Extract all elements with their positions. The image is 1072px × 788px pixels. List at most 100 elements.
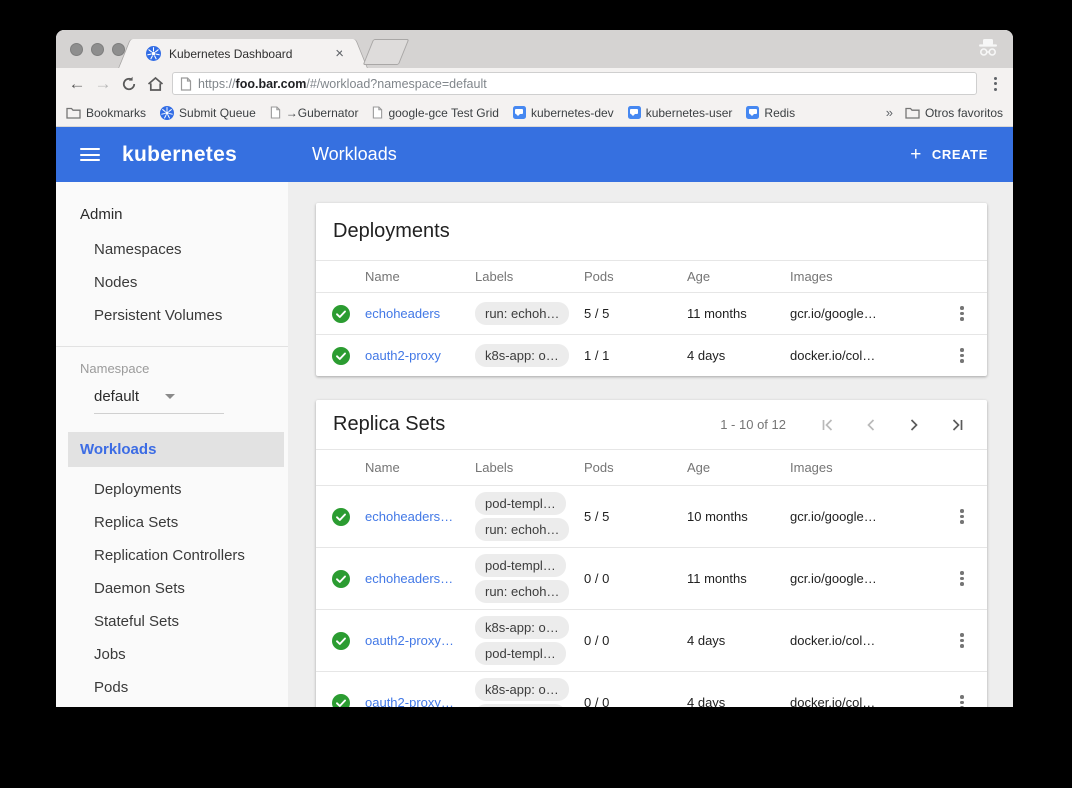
page-icon — [270, 106, 281, 119]
browser-window: Kubernetes Dashboard × ← → — [56, 30, 1013, 707]
main-panel: Deployments Name Labels Pods Age Images … — [288, 182, 1013, 707]
bookmark-label: Redis — [764, 106, 795, 120]
bookmark-gubernator[interactable]: →Gubernator — [270, 106, 359, 120]
row-menu-icon[interactable] — [953, 691, 971, 708]
row-menu-icon[interactable] — [953, 505, 971, 529]
resource-link[interactable]: oauth2-proxy — [365, 348, 475, 363]
chevron-down-icon — [165, 394, 175, 399]
bookmark-label: kubernetes-user — [646, 106, 733, 120]
resource-link[interactable]: oauth2-proxy… — [365, 695, 475, 707]
label-chip: run: echoh… — [475, 580, 569, 603]
bookmarks-right-group: » Otros favoritos — [886, 105, 1003, 120]
bookmark-otros-favoritos[interactable]: Otros favoritos — [905, 106, 1003, 120]
status-ok-icon — [316, 570, 365, 588]
status-ok-icon — [316, 632, 365, 650]
label-chip: k8s-app: o… — [475, 616, 569, 639]
bookmark-label: →Gubernator — [286, 106, 359, 120]
tab-close-icon[interactable]: × — [333, 46, 346, 61]
browser-titlebar: Kubernetes Dashboard × — [56, 30, 1013, 69]
sidebar-divider — [56, 346, 288, 347]
sidebar-item-pods[interactable]: Pods — [56, 671, 288, 704]
status-ok-icon — [316, 305, 365, 323]
browser-menu-icon[interactable] — [985, 74, 1005, 94]
next-page-icon[interactable] — [905, 416, 923, 434]
bookmark-kubernetes-dev[interactable]: kubernetes-dev — [513, 106, 614, 120]
resource-link[interactable]: echoheaders — [365, 306, 475, 321]
bookmarks-overflow-icon[interactable]: » — [886, 105, 893, 120]
create-button-label: CREATE — [932, 147, 988, 162]
menu-icon[interactable] — [80, 148, 100, 161]
sidebar-item-stateful-sets[interactable]: Stateful Sets — [56, 605, 288, 638]
forward-icon[interactable]: → — [90, 71, 116, 97]
age-cell: 11 months — [687, 306, 790, 321]
sidebar-item-replica-sets[interactable]: Replica Sets — [56, 506, 288, 539]
home-icon[interactable] — [142, 71, 168, 97]
row-menu-icon[interactable] — [953, 302, 971, 326]
sidebar-item-replication-controllers[interactable]: Replication Controllers — [56, 539, 288, 572]
resource-link[interactable]: echoheaders… — [365, 571, 475, 586]
new-tab-button[interactable] — [363, 39, 410, 65]
resource-link[interactable]: oauth2-proxy… — [365, 633, 475, 648]
column-images: Images — [790, 269, 947, 284]
pagination-range: 1 - 10 of 12 — [720, 417, 786, 432]
back-icon[interactable]: ← — [64, 71, 90, 97]
replica-sets-card-header: Replica Sets 1 - 10 of 12 — [316, 400, 987, 450]
row-menu-icon[interactable] — [953, 629, 971, 653]
sidebar-item-daemon-sets[interactable]: Daemon Sets — [56, 572, 288, 605]
images-cell: docker.io/col… — [790, 633, 947, 648]
status-ok-icon — [316, 347, 365, 365]
column-age: Age — [687, 269, 790, 284]
chat-icon — [746, 106, 759, 119]
sidebar-item-deployments[interactable]: Deployments — [56, 473, 288, 506]
sidebar-item-nodes[interactable]: Nodes — [56, 266, 288, 299]
sidebar-item-persistent-volumes[interactable]: Persistent Volumes — [56, 299, 288, 332]
namespace-select[interactable]: default — [94, 388, 224, 414]
previous-page-icon[interactable] — [862, 416, 880, 434]
sidebar-item-namespaces[interactable]: Namespaces — [56, 233, 288, 266]
window-close-button[interactable] — [70, 43, 83, 56]
pods-cell: 5 / 5 — [584, 509, 687, 524]
label-chip: pod-templ… — [475, 642, 566, 665]
deployments-card: Deployments Name Labels Pods Age Images … — [316, 203, 987, 376]
replica-sets-card: Replica Sets 1 - 10 of 12 — [316, 400, 987, 707]
sidebar-item-admin[interactable]: Admin — [56, 182, 288, 233]
pods-cell: 0 / 0 — [584, 633, 687, 648]
url-bar[interactable]: https://foo.bar.com/#/workload?namespace… — [172, 72, 977, 95]
row-menu-icon[interactable] — [953, 567, 971, 591]
bookmark-test-grid[interactable]: google-gce Test Grid — [372, 106, 499, 120]
age-cell: 4 days — [687, 695, 790, 707]
kubernetes-favicon-icon — [146, 46, 161, 61]
window-controls — [70, 43, 125, 56]
label-chip: run: echoh… — [475, 518, 569, 541]
reload-icon[interactable] — [116, 71, 142, 97]
app-brand: kubernetes — [122, 143, 237, 167]
bookmark-redis[interactable]: Redis — [746, 106, 795, 120]
bookmark-bookmarks-folder[interactable]: Bookmarks — [66, 106, 146, 120]
images-cell: docker.io/col… — [790, 695, 947, 707]
age-cell: 11 months — [687, 571, 790, 586]
content-area: Admin Namespaces Nodes Persistent Volume… — [56, 182, 1013, 707]
first-page-icon[interactable] — [819, 416, 837, 434]
chat-icon — [628, 106, 641, 119]
sidebar-item-jobs[interactable]: Jobs — [56, 638, 288, 671]
last-page-icon[interactable] — [948, 416, 966, 434]
resource-link[interactable]: echoheaders… — [365, 509, 475, 524]
row-menu-icon[interactable] — [953, 344, 971, 368]
pagination: 1 - 10 of 12 — [720, 416, 966, 434]
sidebar-item-workloads[interactable]: Workloads — [68, 432, 284, 467]
table-row: echoheaders run: echoh… 5 / 5 11 months … — [316, 293, 987, 334]
pods-cell: 0 / 0 — [584, 695, 687, 707]
bookmark-kubernetes-user[interactable]: kubernetes-user — [628, 106, 733, 120]
bookmark-label: Bookmarks — [86, 106, 146, 120]
bookmark-submit-queue[interactable]: Submit Queue — [160, 106, 256, 120]
deployments-card-header: Deployments — [316, 203, 987, 261]
namespace-value: default — [94, 388, 139, 405]
page-icon — [372, 106, 383, 119]
column-age: Age — [687, 460, 790, 475]
tab-title: Kubernetes Dashboard — [169, 47, 333, 61]
browser-tab[interactable]: Kubernetes Dashboard × — [134, 39, 352, 68]
column-images: Images — [790, 460, 947, 475]
card-title: Replica Sets — [333, 413, 720, 436]
window-minimize-button[interactable] — [91, 43, 104, 56]
create-button[interactable]: + CREATE — [910, 144, 988, 166]
